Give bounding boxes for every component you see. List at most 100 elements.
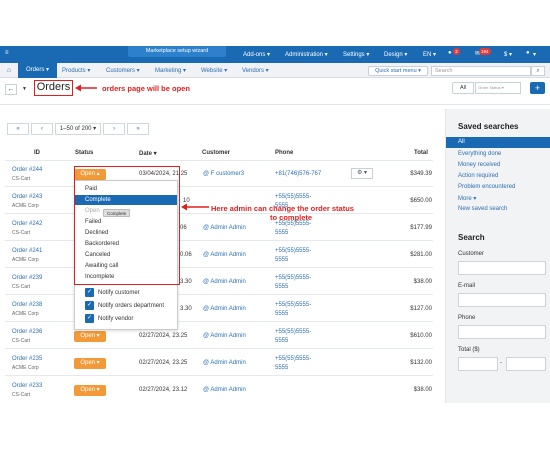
order-id[interactable]: Order #242 bbox=[12, 221, 42, 227]
order-id[interactable]: Order #238 bbox=[12, 302, 42, 308]
language-menu[interactable]: EN ▾ bbox=[423, 51, 436, 58]
home-icon[interactable]: ⌂ bbox=[0, 63, 18, 78]
row-divider bbox=[5, 186, 433, 187]
order-id[interactable]: Order #235 bbox=[12, 356, 42, 362]
order-date: 06 bbox=[180, 225, 187, 231]
order-id[interactable]: Order #233 bbox=[12, 383, 42, 389]
marketplace-setup-button[interactable]: Marketplace setup wizard bbox=[128, 46, 226, 57]
nav-products[interactable]: Products ▾ bbox=[62, 67, 90, 74]
customer-link[interactable]: @ Admin Admin bbox=[203, 279, 246, 285]
phone-link-cont[interactable]: 5555 bbox=[275, 365, 288, 371]
status-dropdown[interactable]: Open ▾ bbox=[74, 331, 106, 342]
saved-search-all[interactable]: All bbox=[446, 137, 550, 148]
customer-link[interactable]: @ Admin Admin bbox=[203, 306, 246, 312]
annotation-change-status-line2: to complete bbox=[270, 213, 313, 222]
currency-menu[interactable]: $ ▾ bbox=[504, 51, 512, 58]
customer-link[interactable]: @ Admin Admin bbox=[203, 252, 246, 258]
customer-link[interactable]: @ Admin Admin bbox=[203, 333, 246, 339]
phone-link-cont[interactable]: 5555 bbox=[275, 284, 288, 290]
nav-marketing[interactable]: Marketing ▾ bbox=[155, 67, 186, 74]
quick-start-menu[interactable]: Quick start menu ▾ bbox=[368, 66, 428, 76]
phone-link[interactable]: +55(55)5555- bbox=[275, 194, 311, 200]
status-dropdown[interactable]: Open ▾ bbox=[74, 385, 106, 396]
notify-vendor-row[interactable]: ✓ Notify vendor bbox=[85, 314, 133, 324]
chevron-down-icon[interactable]: ▼ bbox=[20, 84, 29, 95]
filter-all[interactable]: All bbox=[452, 82, 474, 94]
total-from-field[interactable] bbox=[458, 357, 498, 371]
phone-link[interactable]: +55(55)5555- bbox=[275, 248, 311, 254]
col-id[interactable]: ID bbox=[34, 150, 40, 156]
addons-menu[interactable]: Add-ons ▾ bbox=[243, 51, 270, 58]
bell-icon[interactable]: ● bbox=[448, 50, 452, 56]
order-id[interactable]: Order #243 bbox=[12, 194, 42, 200]
order-id[interactable]: Order #244 bbox=[12, 167, 42, 173]
col-customer[interactable]: Customer bbox=[202, 150, 230, 156]
phone-link[interactable]: +55(55)5555- bbox=[275, 302, 311, 308]
notify-customer-row[interactable]: ✓ Notify customer bbox=[85, 288, 140, 298]
nav-website[interactable]: Website ▾ bbox=[201, 67, 227, 74]
customer-link[interactable]: @ Admin Admin bbox=[203, 387, 246, 393]
checkbox-checked-icon[interactable]: ✓ bbox=[85, 288, 94, 297]
filter-status-select[interactable]: Order Status ▾ bbox=[475, 82, 521, 94]
pager-range[interactable]: 1–50 of 200 ▾ bbox=[55, 123, 101, 135]
phone-link[interactable]: +55(55)5555- bbox=[275, 329, 311, 335]
menu-icon[interactable]: ≡ bbox=[5, 50, 9, 56]
col-status[interactable]: Status bbox=[75, 150, 93, 156]
saved-search-problem[interactable]: Problem encountered bbox=[458, 184, 515, 190]
notify-orders-department-row[interactable]: ✓ Notify orders department bbox=[85, 301, 164, 311]
pager-prev[interactable]: ‹ bbox=[31, 123, 53, 135]
saved-search-money-received[interactable]: Money received bbox=[458, 162, 500, 168]
phone-link-cont[interactable]: 5555 bbox=[275, 230, 288, 236]
nav-orders[interactable]: Orders ▾ bbox=[18, 63, 57, 78]
phone-link-cont[interactable]: 5555 bbox=[275, 338, 288, 344]
search-icon[interactable]: ⌕ bbox=[531, 66, 545, 76]
phone-field[interactable] bbox=[458, 325, 546, 339]
back-arrow-icon[interactable]: ← bbox=[5, 84, 17, 95]
gear-icon[interactable]: ⚙ ▾ bbox=[351, 168, 373, 179]
notify-customer-label: Notify customer bbox=[98, 290, 140, 297]
order-id[interactable]: Order #236 bbox=[12, 329, 42, 335]
status-highlight-box bbox=[74, 166, 180, 285]
administration-menu[interactable]: Administration ▾ bbox=[285, 51, 328, 58]
nav-vendors[interactable]: Vendors ▾ bbox=[242, 67, 269, 74]
user-icon[interactable]: ● bbox=[526, 50, 530, 56]
phone-link-cont[interactable]: 5555 bbox=[275, 257, 288, 263]
col-date[interactable]: Date ▾ bbox=[139, 150, 157, 157]
notify-orders-department-label: Notify orders department bbox=[98, 303, 165, 310]
customer-link[interactable]: @ Admin Admin bbox=[203, 360, 246, 366]
phone-link[interactable]: +55(55)5555- bbox=[275, 356, 311, 362]
pager-last[interactable]: » bbox=[127, 123, 149, 135]
order-id[interactable]: Order #241 bbox=[12, 248, 42, 254]
phone-link[interactable]: +55(55)5555- bbox=[275, 275, 311, 281]
total-to-field[interactable] bbox=[506, 357, 546, 371]
status-dropdown[interactable]: Open ▾ bbox=[74, 358, 106, 369]
saved-search-more[interactable]: More ▾ bbox=[458, 195, 476, 202]
annotation-arrow-status bbox=[181, 203, 209, 211]
customer-link[interactable]: @ Admin Admin bbox=[203, 225, 246, 231]
nav-customers[interactable]: Customers ▾ bbox=[106, 67, 140, 74]
phone-link-cont[interactable]: 5555 bbox=[275, 311, 288, 317]
phone-link[interactable]: +81(746)576-767 bbox=[275, 171, 321, 177]
saved-search-everything-done[interactable]: Everything done bbox=[458, 151, 501, 157]
pager-next[interactable]: › bbox=[103, 123, 125, 135]
checkbox-checked-icon[interactable]: ✓ bbox=[85, 314, 94, 323]
email-field[interactable] bbox=[458, 293, 546, 307]
saved-search-action-required[interactable]: Action required bbox=[458, 173, 498, 179]
col-total[interactable]: Total bbox=[414, 150, 428, 156]
main-nav: ⌂ Orders ▾ Products ▾ Customers ▾ Market… bbox=[0, 63, 550, 78]
order-id[interactable]: Order #239 bbox=[12, 275, 42, 281]
customer-link[interactable]: @ F customer3 bbox=[203, 171, 244, 177]
user-menu-caret[interactable]: ▾ bbox=[533, 51, 536, 58]
search-input[interactable]: Search bbox=[431, 66, 531, 76]
new-saved-search-link[interactable]: New saved search bbox=[458, 206, 507, 212]
checkbox-checked-icon[interactable]: ✓ bbox=[85, 301, 94, 310]
order-total: $650.00 bbox=[410, 198, 432, 204]
customer-field[interactable] bbox=[458, 261, 546, 275]
annotation-change-status-line1: Here admin can change the order status bbox=[211, 204, 354, 213]
settings-menu[interactable]: Settings ▾ bbox=[343, 51, 369, 58]
add-order-button[interactable]: + bbox=[530, 82, 545, 94]
order-date: 02/27/2024, 23.12 bbox=[139, 387, 188, 393]
design-menu[interactable]: Design ▾ bbox=[384, 51, 407, 58]
col-phone[interactable]: Phone bbox=[275, 150, 293, 156]
pager-first[interactable]: « bbox=[7, 123, 29, 135]
